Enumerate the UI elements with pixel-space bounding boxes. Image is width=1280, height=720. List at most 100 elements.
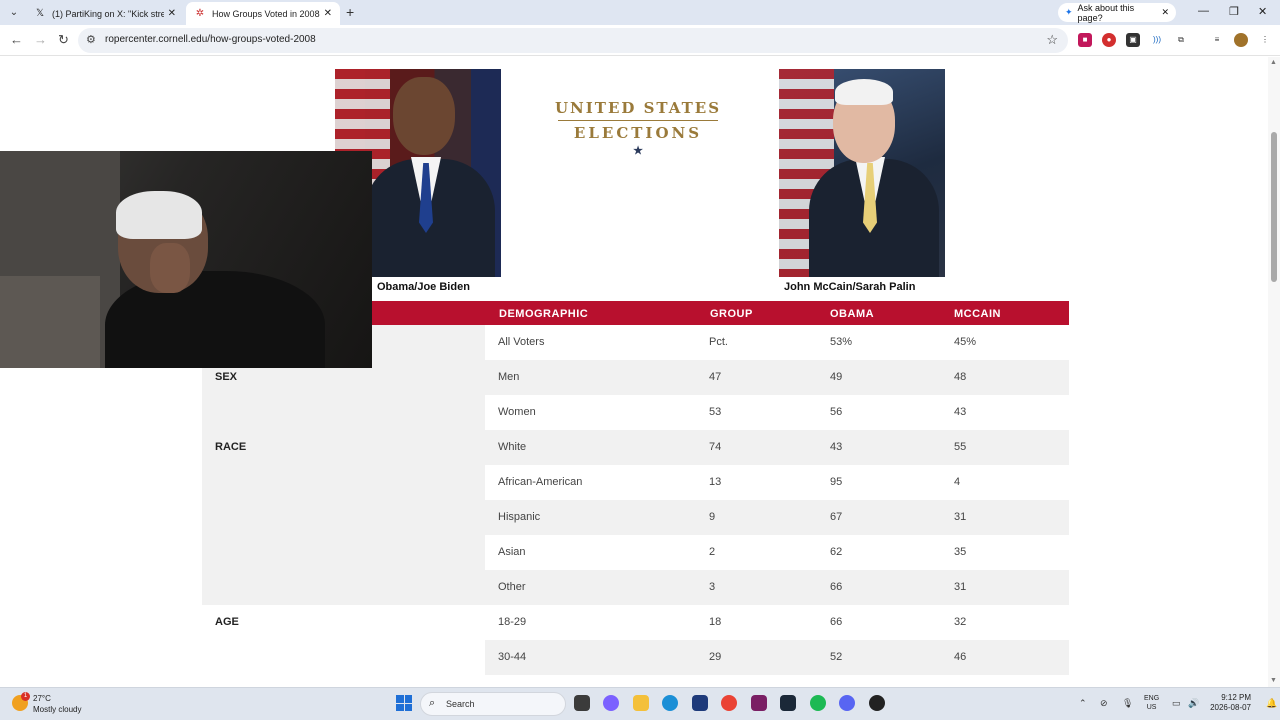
- head-shape: [393, 77, 455, 155]
- reload-icon[interactable]: ↻: [58, 32, 69, 48]
- microphone-icon[interactable]: 🎙: [1122, 698, 1133, 709]
- tab-x-post[interactable]: 𝕏 (1) PartiKing on X: "Kick stream ✕: [26, 2, 184, 25]
- new-tab-button[interactable]: +: [346, 4, 354, 20]
- tab-title: How Groups Voted in 2008 | Ro: [212, 8, 320, 19]
- cell-mccain: 31: [954, 581, 967, 593]
- extension-icon[interactable]: ▣: [1126, 33, 1140, 47]
- close-window-button[interactable]: ✕: [1258, 5, 1267, 18]
- reading-list-icon[interactable]: ≡: [1210, 33, 1224, 47]
- cell-obama: 67: [830, 511, 843, 523]
- notification-bell-icon[interactable]: 🔔: [1266, 698, 1277, 709]
- cell-obama: 66: [830, 581, 843, 593]
- taskbar: 1 27°C Mostly cloudy ⌕ Search ⌃ ⊘ 🎙 ENG …: [0, 687, 1280, 720]
- ask-about-page-button[interactable]: ✦ Ask about this page? ✕: [1058, 2, 1176, 23]
- weather-desc: Mostly cloudy: [33, 705, 82, 714]
- close-tab-icon[interactable]: ✕: [324, 8, 332, 19]
- tab-search-chevron-icon[interactable]: ⌄: [6, 5, 22, 21]
- table-row: Hispanic 9 67 31: [485, 500, 1069, 535]
- language-indicator[interactable]: ENG US: [1144, 694, 1159, 712]
- file-explorer-icon[interactable]: [633, 695, 649, 711]
- hand-shape: [150, 243, 190, 293]
- extension-icon[interactable]: ))): [1150, 33, 1164, 47]
- cell-demographic: 18-29: [498, 616, 527, 628]
- windows-start-icon[interactable]: [396, 695, 412, 711]
- cell-group: 29: [709, 651, 722, 663]
- clock[interactable]: 9:12 PM 2026-08-07: [1208, 693, 1251, 713]
- cell-mccain: 55: [954, 441, 967, 453]
- forward-arrow-icon[interactable]: →: [34, 32, 47, 47]
- cell-obama: 53%: [830, 336, 853, 348]
- cell-demographic: Men: [498, 371, 520, 383]
- app-icon[interactable]: [751, 695, 767, 711]
- cell-group: 47: [709, 371, 722, 383]
- back-arrow-icon[interactable]: ←: [10, 32, 23, 47]
- mccain-portrait: [779, 69, 945, 277]
- col-demographic: DEMOGRAPHIC: [499, 308, 589, 320]
- edge-icon[interactable]: [662, 695, 678, 711]
- tab-title: (1) PartiKing on X: "Kick stream: [52, 8, 164, 19]
- mccain-caption: John McCain/Sarah Palin: [784, 281, 916, 293]
- cell-group: Pct.: [709, 336, 728, 348]
- cell-obama: 56: [830, 406, 843, 418]
- cell-obama: 95: [830, 476, 843, 488]
- lang-line1: ENG: [1144, 695, 1160, 702]
- webcam-overlay: [0, 151, 372, 368]
- close-tab-icon[interactable]: ✕: [168, 8, 176, 19]
- scroll-down-icon[interactable]: ▼: [1270, 677, 1277, 684]
- bookmark-star-icon[interactable]: ☆: [1046, 32, 1058, 48]
- section-sex: SEX: [215, 371, 238, 383]
- taskbar-search[interactable]: ⌕ Search: [420, 692, 566, 716]
- tray-chevron-icon[interactable]: ⌃: [1079, 698, 1087, 709]
- lang-line2: US: [1146, 704, 1157, 711]
- address-bar[interactable]: ⚙ ropercenter.cornell.edu/how-groups-vot…: [78, 28, 1068, 53]
- steam-icon[interactable]: [780, 695, 796, 711]
- search-icon: ⌕: [429, 697, 436, 709]
- app-icon[interactable]: [692, 695, 708, 711]
- cell-mccain: 46: [954, 651, 967, 663]
- extension-icon[interactable]: ●: [1102, 33, 1116, 47]
- cell-obama: 49: [830, 371, 843, 383]
- spotify-icon[interactable]: [810, 695, 826, 711]
- logo-rule: [558, 120, 718, 121]
- menu-kebab-icon[interactable]: ⋮: [1258, 33, 1272, 47]
- table-row: Women 53 56 43: [485, 395, 1069, 430]
- volume-icon[interactable]: 🔊: [1188, 698, 1199, 709]
- cell-group: 13: [709, 476, 722, 488]
- cell-mccain: 31: [954, 511, 967, 523]
- weather-temp: 27°C: [33, 694, 51, 703]
- app-icon[interactable]: [869, 695, 885, 711]
- ask-label: Ask about this page?: [1077, 2, 1135, 23]
- logo-line2: ELECTIONS: [573, 124, 703, 142]
- table-row: 30-44 29 52 46: [485, 640, 1069, 675]
- task-view-icon[interactable]: [574, 695, 590, 711]
- restore-button[interactable]: ❐: [1229, 5, 1239, 18]
- puzzle-extensions-icon[interactable]: ⧉: [1174, 33, 1188, 47]
- cell-demographic: African-American: [498, 476, 583, 488]
- cell-mccain: 48: [954, 371, 967, 383]
- cell-group: 9: [709, 511, 716, 523]
- minimize-button[interactable]: —: [1198, 5, 1209, 17]
- cell-mccain: 43: [954, 406, 967, 418]
- cell-obama: 66: [830, 616, 843, 628]
- table-row: All Voters Pct. 53% 45%: [485, 325, 1069, 360]
- cell-mccain: 35: [954, 546, 967, 558]
- scrollbar-thumb[interactable]: [1271, 132, 1277, 282]
- profile-avatar[interactable]: [1234, 33, 1248, 47]
- chrome-icon[interactable]: [721, 695, 737, 711]
- table-row: Men 47 49 48: [485, 360, 1069, 395]
- site-info-icon[interactable]: ⚙: [86, 33, 96, 46]
- cell-demographic: Asian: [498, 546, 526, 558]
- tab-strip: ⌄ 𝕏 (1) PartiKing on X: "Kick stream ✕ ✲…: [0, 0, 1280, 25]
- url-text[interactable]: ropercenter.cornell.edu/how-groups-voted…: [105, 34, 316, 45]
- network-icon[interactable]: ▭: [1172, 698, 1181, 709]
- copilot-icon[interactable]: [603, 695, 619, 711]
- extension-icon[interactable]: ■: [1078, 33, 1092, 47]
- box-shape: [0, 276, 100, 368]
- close-icon[interactable]: ✕: [1161, 7, 1169, 18]
- tab-roper-center[interactable]: ✲ How Groups Voted in 2008 | Ro ✕: [186, 2, 340, 25]
- scroll-up-icon[interactable]: ▲: [1270, 59, 1277, 66]
- page-scrollbar[interactable]: ▲ ▼: [1268, 57, 1280, 687]
- section-race: RACE: [215, 441, 247, 453]
- discord-icon[interactable]: [839, 695, 855, 711]
- tray-app-icon[interactable]: ⊘: [1100, 698, 1108, 709]
